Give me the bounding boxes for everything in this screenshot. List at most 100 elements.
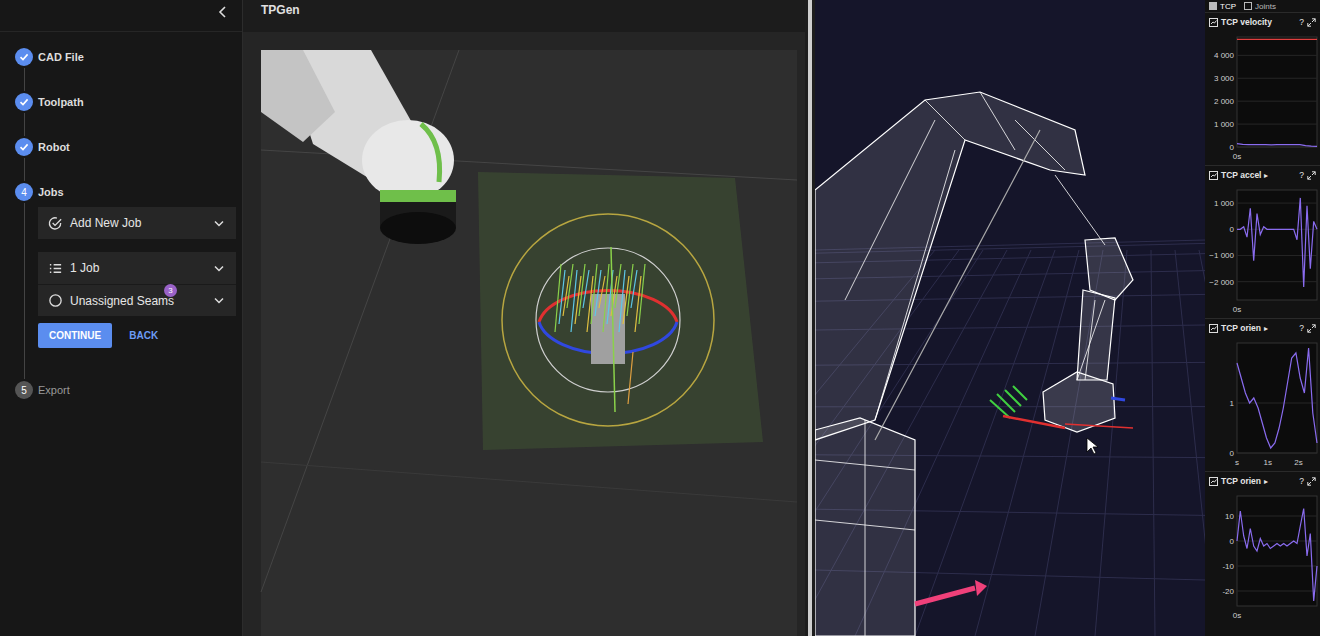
step-button[interactable]: CONTINUE	[38, 323, 112, 348]
robot-sim-view[interactable]	[815, 0, 1205, 636]
3d-viewport[interactable]	[243, 32, 805, 636]
chevron-left-icon	[218, 6, 228, 18]
chart-expander[interactable]: ▸	[1264, 324, 1268, 333]
chart-header: TCP velocity?	[1205, 13, 1320, 31]
step-number: 5	[21, 385, 27, 396]
series-line	[1237, 348, 1317, 448]
chart-tab[interactable]: TCP	[1209, 0, 1236, 12]
step[interactable]: Robot	[15, 138, 236, 183]
step-body: Export	[38, 381, 236, 426]
x-tick-label: 0s	[1233, 152, 1241, 161]
chart-help[interactable]: ?	[1299, 323, 1304, 333]
maximize-icon[interactable]	[1307, 477, 1316, 486]
chart-tab[interactable]: Joints	[1244, 0, 1276, 12]
x-tick-label: 0s	[1233, 305, 1241, 314]
cursor-icon	[1087, 438, 1098, 454]
step-rail: 4	[15, 183, 33, 381]
maximize-icon[interactable]	[1307, 324, 1316, 333]
button-row: CONTINUEBACK	[38, 323, 236, 348]
job-row-label-wrap: Unassigned Seams3	[70, 294, 207, 308]
caret-down-icon	[214, 265, 224, 272]
y-tick-label: -20	[1222, 587, 1234, 596]
job-row[interactable]: Unassigned Seams3	[38, 284, 236, 316]
chart-plot: 10s1s2s	[1205, 337, 1320, 471]
chart-expander[interactable]: ▸	[1264, 477, 1268, 486]
step-label: Toolpath	[38, 93, 236, 111]
step[interactable]: 5 Export	[15, 381, 236, 426]
chart-plot: 1 0000−1 000−2 0000s	[1205, 184, 1320, 318]
caret-down-icon	[214, 220, 224, 227]
step-connector	[24, 203, 25, 379]
x-tick-label: s	[1235, 458, 1239, 467]
chart-help[interactable]: ?	[1299, 17, 1304, 27]
chart-toggle-icon[interactable]	[1209, 477, 1218, 486]
job-row-label: 1 Job	[70, 261, 99, 275]
chart-expander[interactable]: ▸	[1264, 171, 1268, 180]
step-connector	[24, 68, 25, 91]
viewport-title: TPGen	[261, 3, 300, 17]
robot-wireframe-scene[interactable]	[815, 0, 1205, 636]
chart-help[interactable]: ?	[1299, 476, 1304, 486]
job-panel: Add New Job 1 Job Unassigned Seams3 CONTINU…	[38, 207, 236, 348]
series-line	[1237, 144, 1317, 147]
y-tick-label: -10	[1222, 562, 1234, 571]
step-number: 4	[21, 187, 27, 198]
pane-divider[interactable]	[805, 0, 815, 636]
step-marker: 4	[15, 183, 33, 201]
chart-header: TCP accel▸?	[1205, 166, 1320, 184]
step[interactable]: Toolpath	[15, 93, 236, 138]
step-rail	[15, 48, 33, 93]
step[interactable]: 4 Jobs Add New Job 1 Job Unassigned Seams3 CO…	[15, 183, 236, 381]
toolpath-scene[interactable]	[243, 32, 805, 636]
main-area: TPGen	[243, 0, 805, 636]
chart-toggle-icon[interactable]	[1209, 171, 1218, 180]
chart-toggle-icon[interactable]	[1209, 18, 1218, 27]
step-rail	[15, 138, 33, 183]
tab-checkbox-icon	[1244, 2, 1252, 10]
job-row-label: Unassigned Seams	[70, 294, 174, 308]
y-tick-label: 1	[1230, 399, 1235, 408]
step[interactable]: CAD File	[15, 48, 236, 93]
x-tick-label: 2s	[1294, 458, 1302, 467]
chart-title: TCP orien	[1221, 476, 1261, 486]
chart: TCP velocity?4 0003 0002 0001 00000s	[1205, 12, 1320, 165]
chart-plot: 100-10-200s	[1205, 490, 1320, 624]
maximize-icon[interactable]	[1307, 18, 1316, 27]
step-label: Jobs	[38, 183, 236, 201]
y-tick-label: 0	[1230, 143, 1235, 152]
job-row-label-wrap: 1 Job	[70, 261, 207, 275]
series-line	[1237, 509, 1317, 602]
step-marker: 5	[15, 381, 33, 399]
maximize-icon[interactable]	[1307, 171, 1316, 180]
tab-checkbox-icon	[1209, 2, 1217, 10]
job-row-label: Add New Job	[70, 216, 141, 230]
y-tick-label: 0	[1230, 537, 1235, 546]
step-label: CAD File	[38, 48, 236, 66]
empty-circle-icon	[48, 293, 63, 308]
app-window: CAD File Toolpath Robot 4 Jobs Add New Job 1 J…	[0, 0, 1320, 636]
check-icon	[19, 97, 29, 107]
chart-help[interactable]: ?	[1299, 170, 1304, 180]
chart-title: TCP accel	[1221, 170, 1261, 180]
step-button[interactable]: BACK	[118, 323, 169, 348]
step-body: Toolpath	[38, 93, 236, 138]
step-rail	[15, 93, 33, 138]
job-row[interactable]: Add New Job	[38, 207, 236, 239]
chart: TCP orien▸?100-10-200s	[1205, 471, 1320, 624]
step-label: Export	[38, 381, 236, 399]
step-label: Robot	[38, 138, 236, 156]
y-tick-label: 1 000	[1214, 120, 1235, 129]
chart-tabs: TCP Joints	[1205, 0, 1320, 12]
collapse-button[interactable]	[216, 4, 230, 23]
step-body: Robot	[38, 138, 236, 183]
chart-title: TCP orien	[1221, 323, 1261, 333]
y-tick-label: 4 000	[1214, 51, 1235, 60]
job-row[interactable]: 1 Job	[38, 252, 236, 284]
step-connector	[24, 158, 25, 181]
x-tick-label: 0s	[1233, 611, 1241, 620]
divider-grip[interactable]	[808, 0, 812, 636]
check-icon	[19, 142, 29, 152]
step-rail: 5	[15, 381, 33, 426]
chart-toggle-icon[interactable]	[1209, 324, 1218, 333]
chart-panel: TCPJointsTCP velocity?4 0003 0002 0001 0…	[1205, 0, 1320, 636]
